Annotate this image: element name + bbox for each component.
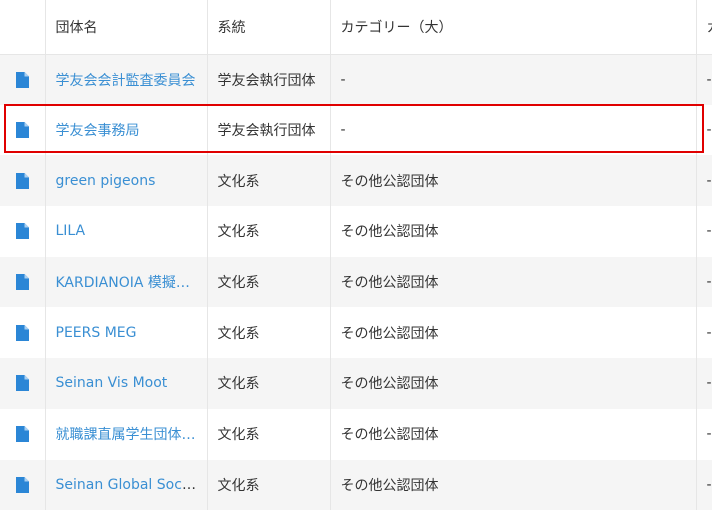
row-system-cell: 文化系 [207, 408, 331, 460]
row-more-cell: - [706, 426, 712, 443]
row-name-cell: LILA [45, 206, 208, 257]
row-more-cell: - [706, 476, 712, 493]
row-more-cell: - [706, 223, 712, 240]
document-icon[interactable] [15, 274, 29, 291]
organization-table: 団体名 系統 カテゴリー（大） カ 学友会会計監査委員会 学友会執行団体 - - [0, 0, 712, 511]
row-icon-cell[interactable] [0, 307, 46, 359]
table-row[interactable]: green pigeons 文化系 その他公認団体 - [0, 155, 712, 207]
document-icon[interactable] [15, 426, 29, 443]
row-system-cell: 文化系 [207, 256, 331, 308]
row-category-cell: その他公認団体 [330, 307, 697, 359]
row-icon-cell[interactable] [0, 155, 46, 207]
row-icon-cell[interactable] [0, 206, 46, 257]
document-icon[interactable] [15, 172, 29, 189]
organization-name-link[interactable]: green pigeons [56, 173, 156, 189]
organization-name-link[interactable]: 学友会会計監査委員会 [56, 73, 196, 89]
row-icon-cell[interactable] [0, 358, 46, 409]
row-more-cell: - [706, 375, 712, 392]
row-category-cell: その他公認団体 [330, 358, 697, 409]
document-icon[interactable] [15, 223, 29, 240]
table-row[interactable]: 学友会事務局 学友会執行団体 - - [0, 104, 712, 156]
header-category[interactable]: カテゴリー（大） [330, 0, 697, 55]
row-icon-cell[interactable] [0, 459, 46, 511]
row-system-cell: 文化系 [207, 206, 331, 257]
row-name-cell: 学友会事務局 [45, 104, 208, 156]
row-category-cell: その他公認団体 [330, 206, 697, 257]
organization-name-link[interactable]: 学友会事務局 [56, 123, 140, 139]
table-row[interactable]: 学友会会計監査委員会 学友会執行団体 - - [0, 54, 712, 105]
row-category-cell: その他公認団体 [330, 256, 697, 308]
row-icon-cell[interactable] [0, 256, 46, 308]
row-category-cell: その他公認団体 [330, 155, 697, 207]
document-icon[interactable] [15, 71, 29, 88]
row-category-cell: その他公認団体 [330, 408, 697, 460]
table-row[interactable]: 就職課直属学生団体… 文化系 その他公認団体 - [0, 408, 712, 460]
document-icon[interactable] [15, 122, 29, 139]
table-row[interactable]: LILA 文化系 その他公認団体 - [0, 206, 712, 257]
table-header-row: 団体名 系統 カテゴリー（大） カ [0, 0, 712, 55]
row-name-cell: Seinan Vis Moot [45, 358, 208, 409]
row-more-cell: - [706, 274, 712, 291]
row-system-cell: 文化系 [207, 358, 331, 409]
row-system-cell: 文化系 [207, 459, 331, 511]
organization-name-link[interactable]: Seinan Global Soci… [56, 477, 200, 493]
table-row[interactable]: PEERS MEG 文化系 その他公認団体 - [0, 307, 712, 359]
row-more-cell: - [706, 172, 712, 189]
row-icon-cell[interactable] [0, 54, 46, 105]
row-category-cell: - [330, 54, 697, 105]
table-header: 団体名 系統 カテゴリー（大） カ [0, 0, 712, 55]
organization-name-link[interactable]: Seinan Vis Moot [56, 375, 168, 391]
table-body: 学友会会計監査委員会 学友会執行団体 - - 学友会事務局 学友会執行団体 - … [0, 54, 712, 511]
header-name[interactable]: 団体名 [45, 0, 208, 55]
row-category-cell: その他公認団体 [330, 459, 697, 511]
row-system-cell: 学友会執行団体 [207, 54, 331, 105]
organization-name-link[interactable]: 就職課直属学生団体… [56, 427, 196, 443]
document-icon[interactable] [15, 476, 29, 493]
organization-name-link[interactable]: LILA [56, 223, 86, 239]
table-row[interactable]: Seinan Vis Moot 文化系 その他公認団体 - [0, 358, 712, 409]
row-name-cell: KARDIANOIA 模擬… [45, 256, 208, 308]
header-more[interactable]: カ [696, 0, 712, 55]
header-icon-column [0, 0, 46, 55]
row-system-cell: 文化系 [207, 307, 331, 359]
row-icon-cell[interactable] [0, 408, 46, 460]
organization-name-link[interactable]: KARDIANOIA 模擬… [56, 275, 190, 291]
row-name-cell: Seinan Global Soci… [45, 459, 208, 511]
document-icon[interactable] [15, 375, 29, 392]
row-system-cell: 学友会執行団体 [207, 104, 331, 156]
row-name-cell: 学友会会計監査委員会 [45, 54, 208, 105]
organization-table-wrapper: 団体名 系統 カテゴリー（大） カ 学友会会計監査委員会 学友会執行団体 - - [0, 0, 712, 520]
row-category-cell: - [330, 104, 697, 156]
row-name-cell: PEERS MEG [45, 307, 208, 359]
organization-name-link[interactable]: PEERS MEG [56, 325, 137, 341]
document-icon[interactable] [15, 324, 29, 341]
row-more-cell: - [706, 71, 712, 88]
row-system-cell: 文化系 [207, 155, 331, 207]
header-system[interactable]: 系統 [207, 0, 331, 55]
row-name-cell: green pigeons [45, 155, 208, 207]
row-more-cell: - [706, 324, 712, 341]
table-row[interactable]: KARDIANOIA 模擬… 文化系 その他公認団体 - [0, 256, 712, 308]
row-name-cell: 就職課直属学生団体… [45, 408, 208, 460]
row-icon-cell[interactable] [0, 104, 46, 156]
row-more-cell: - [706, 122, 712, 139]
table-row[interactable]: Seinan Global Soci… 文化系 その他公認団体 - [0, 459, 712, 511]
